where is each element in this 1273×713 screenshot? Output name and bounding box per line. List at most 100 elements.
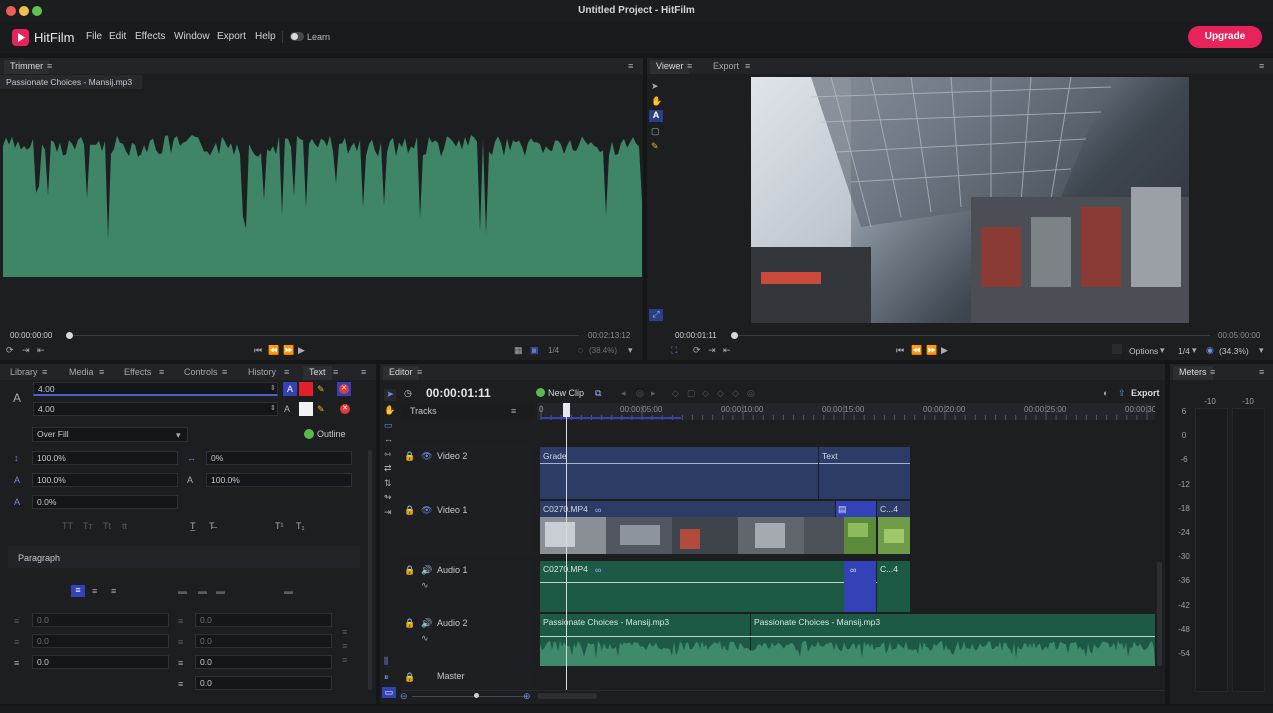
audio1-waveform-toggle-icon[interactable]: ∿ [421, 580, 429, 590]
tab-meters[interactable]: Meters [1173, 366, 1213, 380]
paragraph-option-icon-1[interactable]: ≡ [342, 627, 347, 637]
video2-visibility-icon[interactable]: 👁 [421, 451, 432, 461]
editor-slip-tool-icon[interactable]: ↔ [384, 434, 393, 444]
tab-viewer[interactable]: Viewer [650, 60, 690, 74]
viewer-step-back-icon[interactable]: ⏪ [911, 345, 922, 355]
underline-icon[interactable]: T̲ [190, 521, 196, 531]
space-after-field[interactable]: 0.0 [195, 655, 332, 669]
marker-icon-4[interactable]: ◇ [717, 388, 724, 398]
marker-icon-2[interactable]: ▢ [687, 388, 696, 398]
menu-export[interactable]: Export [217, 31, 246, 42]
space-before-field[interactable]: 0.0 [32, 655, 169, 669]
audio1-speaker-icon[interactable]: 🔊 [421, 565, 432, 575]
editor-slide-tool-icon[interactable]: ⇿ [384, 449, 392, 459]
trimmer-scrub-handle[interactable] [66, 332, 73, 339]
new-clip-icon[interactable] [536, 388, 545, 397]
trimmer-menu-icon[interactable]: ≡ [47, 61, 52, 71]
video1-lock-icon[interactable]: 🔒 [404, 505, 415, 515]
editor-ripple-tool-icon[interactable]: ⇄ [384, 463, 392, 473]
stroke1-color-swatch[interactable] [299, 382, 313, 396]
editor-view-icon[interactable]: ▭ [382, 687, 396, 698]
master-lock-icon[interactable]: 🔒 [404, 672, 415, 682]
playhead[interactable] [566, 403, 567, 690]
superscript-icon[interactable]: T¹ [275, 521, 284, 531]
trimmer-zoom-chevron-icon[interactable]: ▾ [628, 345, 633, 355]
audio1-selected-clip[interactable] [844, 561, 876, 612]
indent-right-field[interactable]: 0.0 [195, 613, 332, 627]
zoom-in-icon[interactable]: ⊕ [523, 691, 531, 701]
tab-media[interactable]: Media [63, 366, 100, 380]
tracks-menu-icon[interactable]: ≡ [511, 406, 516, 416]
menu-edit[interactable]: Edit [109, 31, 126, 42]
menu-effects[interactable]: Effects [135, 31, 165, 42]
zoom-fraction-chevron-icon[interactable]: ▾ [1192, 345, 1197, 355]
trimmer-safe-icon[interactable]: ▣ [530, 345, 539, 355]
editor-hand-tool-icon[interactable]: ✋ [384, 405, 395, 415]
zoom-slider-handle[interactable] [474, 693, 479, 698]
editor-select-tool-icon[interactable]: ➤ [384, 389, 396, 401]
stroke-width-1-field[interactable]: 4.00 [33, 382, 278, 396]
viewer-panel-menu-icon[interactable]: ≡ [1259, 61, 1264, 71]
trimmer-loop-icon[interactable]: ⟳ [6, 345, 14, 355]
trimmer-step-back-icon[interactable]: ⏪ [268, 345, 279, 355]
tab-text[interactable]: Text [303, 366, 332, 380]
text-tab-menu-icon[interactable]: ≡ [333, 367, 338, 377]
viewer-loop-icon[interactable]: ⟳ [693, 345, 701, 355]
grade-clip[interactable] [540, 447, 818, 499]
paragraph-option-icon-2[interactable]: ≡ [342, 641, 347, 651]
space-extra-field[interactable]: 0.0 [195, 676, 332, 690]
align-left-icon[interactable]: ≡ [71, 585, 85, 597]
small-caps-icon[interactable]: Tt [103, 521, 111, 531]
stroke1-style-icon[interactable]: A [283, 382, 297, 396]
marker-icon-6[interactable]: ◎ [747, 388, 755, 398]
align-center-icon[interactable]: ≡ [92, 586, 97, 596]
menu-window[interactable]: Window [174, 31, 210, 42]
audio2-waveform-toggle-icon[interactable]: ∿ [421, 633, 429, 643]
subscript-icon[interactable]: T₁ [296, 521, 305, 531]
viewer-options-dropdown[interactable]: Options [1129, 346, 1158, 356]
new-clip-button[interactable]: New Clip [548, 388, 584, 398]
trimmer-insert-icon[interactable]: ⇥ [22, 345, 30, 355]
editor-timecode[interactable]: 00:00:01:11 [426, 386, 491, 400]
viewer-skip-start-icon[interactable]: ⏮ [896, 345, 904, 355]
viewer-scrub-handle[interactable] [731, 332, 738, 339]
editor-vertical-scrollbar[interactable] [1157, 562, 1162, 666]
horizontal-scale-field[interactable]: 100.0% [32, 473, 178, 487]
prev-keyframe-icon[interactable]: ◂ [621, 388, 626, 398]
indent-left-field[interactable]: 0.0 [32, 613, 169, 627]
tracking-field[interactable]: 0% [206, 451, 352, 465]
learn-toggle[interactable] [290, 32, 304, 41]
justify-center-icon[interactable]: ▬ [198, 586, 207, 596]
hand-tool-icon[interactable]: ✋ [651, 96, 662, 106]
outline-check-icon[interactable] [304, 429, 314, 439]
viewer-zoom-pct[interactable]: (34.3%) [1219, 346, 1249, 356]
effects-tab-menu-icon[interactable]: ≡ [159, 367, 164, 377]
justify-left-icon[interactable]: ▬ [178, 586, 187, 596]
marker-icon-5[interactable]: ◇ [732, 388, 739, 398]
next-keyframe-icon[interactable]: ▸ [651, 388, 656, 398]
trimmer-play-icon[interactable]: ▶ [298, 345, 305, 355]
stroke2-remove-icon[interactable]: ✕ [340, 404, 350, 414]
faux-italic-icon[interactable]: Tт [83, 521, 93, 531]
snapping-icon[interactable]: ⧉ [595, 388, 601, 398]
video2-lock-icon[interactable]: 🔒 [404, 451, 415, 461]
left-panel-menu-icon[interactable]: ≡ [361, 367, 366, 377]
history-tab-menu-icon[interactable]: ≡ [284, 367, 289, 377]
audio2-speaker-icon[interactable]: 🔊 [421, 618, 432, 628]
trimmer-zoom-icon[interactable]: ◌ [578, 345, 583, 355]
pen-tool-icon[interactable]: ✎ [651, 141, 659, 151]
trimmer-step-forward-icon[interactable]: ⏩ [283, 345, 294, 355]
meters-tab-menu-icon[interactable]: ≡ [1210, 367, 1215, 377]
editor-tab-menu-icon[interactable]: ≡ [417, 367, 422, 377]
trimmer-file-tab[interactable]: Passionate Choices - Mansij.mp3 [0, 75, 142, 89]
viewer-zoom-icon[interactable]: ◉ [1206, 345, 1214, 355]
render-status-icon[interactable]: ◐ [1103, 388, 1108, 398]
trimmer-zoom-fraction[interactable]: 1/4 [548, 346, 559, 355]
kerning-field[interactable]: 100.0% [206, 473, 352, 487]
strikethrough-icon[interactable]: T̶ [209, 521, 215, 531]
text-panel-scrollbar[interactable] [368, 450, 372, 690]
text-opacity-line[interactable] [819, 463, 910, 464]
fill-mode-chevron-icon[interactable]: ▾ [176, 430, 181, 440]
controls-tab-menu-icon[interactable]: ≡ [222, 367, 227, 377]
stroke1-stepper-icon[interactable]: ⇕ [270, 384, 276, 394]
